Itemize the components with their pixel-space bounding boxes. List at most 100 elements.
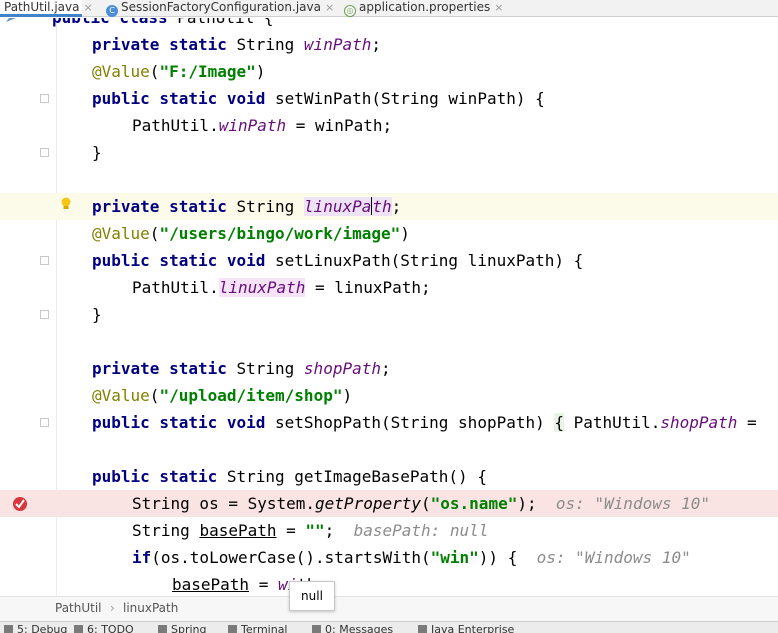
tab-application-properties[interactable]: ◎ application.properties × [344, 0, 544, 17]
code-line-breakpoint[interactable]: String os = System.getProperty("os.name"… [0, 490, 778, 517]
tool-window-label: 6: TODO [87, 623, 134, 633]
tool-window-todo[interactable]: 6: TODO [74, 624, 134, 633]
fold-icon[interactable] [40, 148, 49, 157]
fold-icon[interactable] [40, 310, 49, 319]
inline-debug-value: basePath: null [353, 521, 489, 540]
code-line[interactable]: String basePath = ""; basePath: null [0, 517, 778, 544]
code-token: public static [92, 467, 218, 486]
value-tooltip: null [289, 581, 335, 611]
code-token: = [737, 413, 757, 432]
tool-window-bar: 5: Debug 6: TODO Spring Terminal 0: Mess… [0, 621, 778, 633]
tab-label: SessionFactoryConfiguration.java [121, 0, 321, 14]
code-line[interactable]: public class PathUtil { [0, 18, 778, 31]
code-token: public static void [92, 413, 266, 432]
code-token: linuxPa [303, 197, 372, 216]
code-token: @Value [92, 386, 150, 405]
code-token: )) { [478, 548, 518, 567]
code-token: "F:/Image" [159, 62, 256, 81]
code-line[interactable]: PathUtil.linuxPath = linuxPath; [0, 274, 778, 301]
code-editor[interactable]: public class PathUtil { private static S… [0, 18, 778, 596]
code-token: setLinuxPath(String linuxPath) { [265, 251, 584, 270]
code-token: ) [400, 224, 410, 243]
code-token: String [226, 359, 304, 378]
code-token: PathUtil { [168, 18, 273, 27]
code-token: ( [421, 494, 431, 513]
close-icon[interactable]: × [494, 1, 503, 14]
code-token: th [372, 197, 392, 216]
editor-tab-bar: PathUtil.java × C SessionFactoryConfigurat… [0, 0, 778, 17]
code-token: shopPath [303, 359, 381, 378]
breadcrumb-class[interactable]: PathUtil [55, 597, 102, 620]
breadcrumb: PathUtil › linuxPath [0, 596, 778, 621]
code-line[interactable]: public static void setLinuxPath(String l… [0, 247, 778, 274]
messages-icon [312, 625, 321, 633]
code-token: if [132, 548, 152, 567]
code-token: setWinPath(String winPath) { [265, 89, 545, 108]
breakpoint-icon[interactable] [12, 496, 28, 512]
code-token: PathUtil. [132, 116, 219, 135]
code-token: ) [342, 386, 353, 405]
code-line[interactable]: if(os.toLowerCase().startsWith("win")) {… [0, 544, 778, 571]
tool-window-debug[interactable]: 5: Debug [4, 624, 67, 633]
terminal-icon [228, 625, 237, 633]
tool-window-messages[interactable]: 0: Messages [312, 624, 393, 633]
code-token: "/upload/item/shop" [159, 386, 343, 405]
tool-window-spring[interactable]: Spring [158, 624, 207, 633]
code-line[interactable]: public static void setShopPath(String sh… [0, 409, 778, 436]
breadcrumb-field[interactable]: linuxPath [123, 597, 178, 620]
code-token: String [132, 521, 200, 540]
code-line-current[interactable]: private static String linuxPath; [0, 193, 778, 220]
fold-icon[interactable] [40, 94, 49, 103]
code-token: "win" [430, 548, 479, 567]
code-token: ; [371, 35, 381, 54]
code-token: setShopPath(String shopPath) [265, 413, 555, 432]
code-token: String os = System. [132, 494, 316, 513]
fold-icon[interactable] [40, 256, 49, 265]
close-icon[interactable]: × [83, 1, 92, 14]
tool-window-terminal[interactable]: Terminal [228, 624, 288, 633]
code-token: } [92, 143, 102, 162]
fold-icon[interactable] [40, 418, 49, 427]
code-token: public static void [92, 89, 266, 108]
code-token: ; [380, 359, 391, 378]
code-token: winPath [303, 35, 372, 54]
code-line[interactable]: @Value("F:/Image") [0, 58, 778, 85]
tab-pathutil-java[interactable]: PathUtil.java × [0, 0, 93, 17]
tool-window-java-enterprise[interactable]: Java Enterprise [418, 624, 514, 633]
code-token: = winPath; [286, 116, 393, 135]
code-line[interactable]: private static String winPath; [0, 31, 778, 58]
code-token: = [249, 575, 278, 594]
inline-debug-value: os: "Windows 10" [555, 494, 710, 513]
code-line[interactable]: public static String getImageBasePath() … [0, 463, 778, 490]
code-token: ) [255, 62, 266, 81]
code-token: @Value [92, 62, 150, 81]
code-token: { [554, 413, 565, 432]
lightbulb-icon[interactable] [60, 197, 72, 211]
tab-sessionfactoryconfiguration-java[interactable]: C SessionFactoryConfiguration.java × [106, 0, 336, 17]
code-line[interactable]: @Value("/upload/item/shop") [0, 382, 778, 409]
code-line[interactable]: private static String shopPath; [0, 355, 778, 382]
code-line[interactable]: basePath = with; [0, 571, 778, 596]
breadcrumb-separator: › [110, 601, 115, 615]
code-token: private static [92, 359, 227, 378]
java-class-icon: C [106, 5, 118, 17]
code-line[interactable]: @Value("/users/bingo/work/image") [0, 220, 778, 247]
code-token: PathUtil. [564, 413, 661, 432]
code-token: public static void [92, 251, 266, 270]
code-line[interactable]: public static void setWinPath(String win… [0, 85, 778, 112]
close-icon[interactable]: × [325, 1, 334, 14]
code-line[interactable]: } [0, 139, 778, 166]
code-token: ); [517, 494, 537, 513]
code-line[interactable]: PathUtil.winPath = winPath; [0, 112, 778, 139]
properties-file-icon: ◎ [344, 5, 356, 17]
code-token: basePath [172, 575, 250, 594]
tool-window-label: Java Enterprise [431, 623, 515, 633]
bookmark-arrow-icon [6, 18, 16, 22]
code-token: = linuxPath; [305, 278, 431, 297]
code-token: String [226, 197, 304, 216]
code-token: String getImageBasePath() { [217, 467, 487, 486]
code-line[interactable]: } [0, 301, 778, 328]
code-token: "" [305, 521, 325, 540]
code-token: (os.toLowerCase().startsWith( [151, 548, 431, 567]
code-token: ( [149, 386, 160, 405]
